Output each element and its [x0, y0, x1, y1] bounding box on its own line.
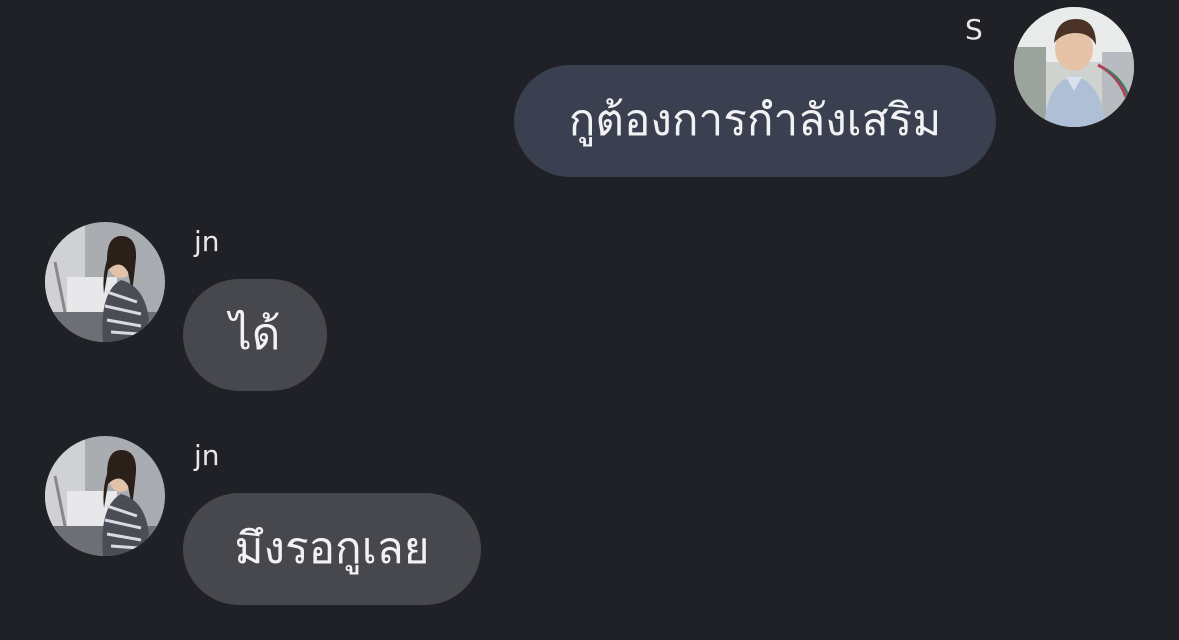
message-bubble-incoming[interactable]: มึงรอกูเลย — [183, 493, 481, 605]
avatar-s[interactable] — [1014, 7, 1134, 127]
avatar-photo-icon — [1014, 7, 1134, 127]
sender-name: S — [965, 13, 983, 46]
chat-thread: S กูต้องการกำลังเสริม jn ได้ jn มึงรอกูเ… — [0, 0, 1179, 640]
avatar-photo-icon — [45, 436, 165, 556]
avatar-photo-icon — [45, 222, 165, 342]
sender-name: jn — [194, 439, 220, 472]
avatar-jn[interactable] — [45, 436, 165, 556]
message-bubble-incoming[interactable]: ได้ — [183, 279, 327, 391]
message-bubble-outgoing[interactable]: กูต้องการกำลังเสริม — [514, 65, 996, 177]
sender-name: jn — [194, 225, 220, 258]
avatar-jn[interactable] — [45, 222, 165, 342]
